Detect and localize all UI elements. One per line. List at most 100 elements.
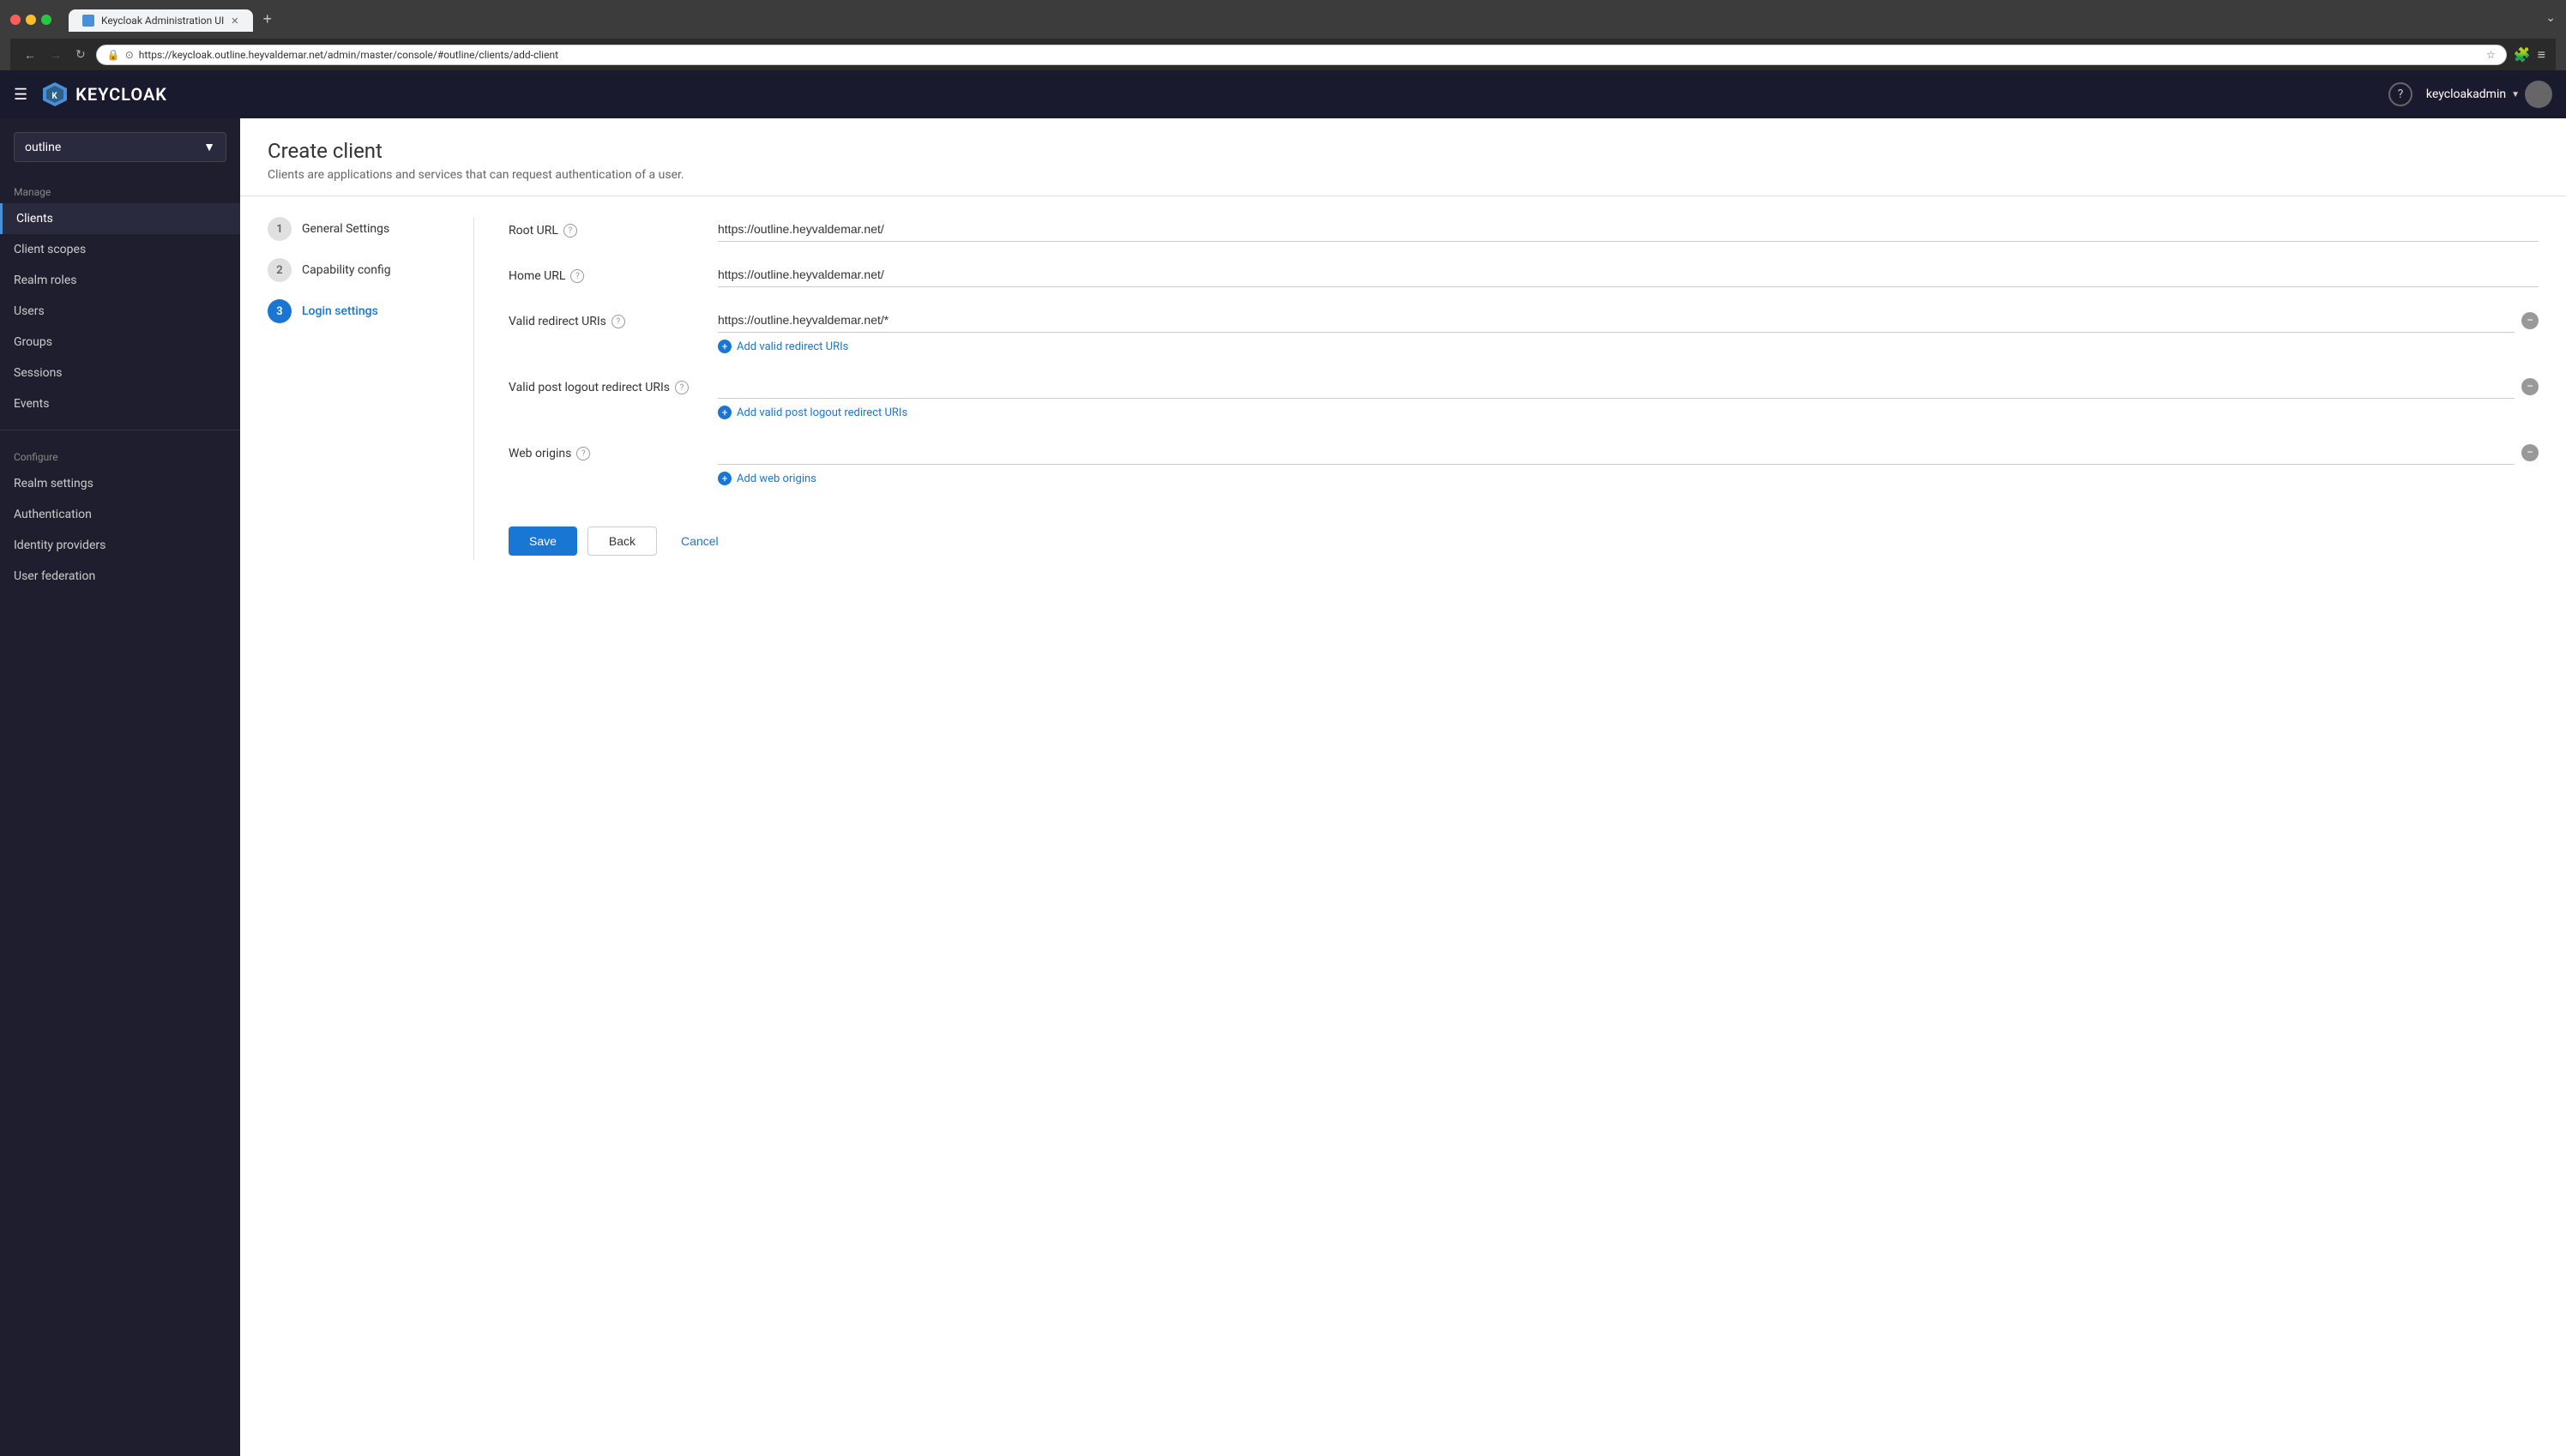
web-origins-label: Web origins ?: [509, 447, 697, 460]
back-button[interactable]: Back: [587, 526, 657, 556]
valid-redirect-uris-help-icon[interactable]: ?: [611, 315, 625, 328]
realm-selector[interactable]: outline ▼: [14, 132, 226, 162]
sidebar-label-sessions: Sessions: [14, 366, 63, 380]
sidebar-item-client-scopes[interactable]: Client scopes: [0, 234, 240, 265]
sidebar-label-groups: Groups: [14, 335, 52, 349]
add-web-origins-icon: +: [718, 472, 732, 485]
form-area: Root URL ? Home URL ?: [509, 217, 2539, 560]
sidebar-label-realm-settings: Realm settings: [14, 477, 93, 490]
sidebar-label-identity-providers: Identity providers: [14, 538, 105, 552]
menu-hamburger-button[interactable]: ☰: [14, 86, 27, 104]
help-button[interactable]: ?: [2388, 82, 2412, 106]
wizard-step-1[interactable]: 1 General Settings: [268, 217, 439, 241]
step-3-label: Login settings: [302, 304, 378, 318]
root-url-help-icon[interactable]: ?: [563, 224, 577, 238]
minimize-window-button[interactable]: [26, 15, 36, 25]
logo-icon: K: [41, 81, 69, 108]
valid-redirect-uris-input[interactable]: [718, 308, 2515, 333]
realm-name: outline: [25, 141, 61, 154]
configure-section-header: Configure: [0, 441, 240, 468]
manage-section-header: Manage: [0, 176, 240, 203]
tab-favicon: [82, 15, 94, 27]
user-avatar: [2525, 81, 2552, 108]
sidebar-label-realm-roles: Realm roles: [14, 274, 76, 287]
user-dropdown-arrow: ▼: [2511, 90, 2520, 99]
step-3-number: 3: [268, 299, 292, 323]
sidebar-label-authentication: Authentication: [14, 508, 92, 521]
page-title: Create client: [268, 139, 2539, 163]
wizard-step-2[interactable]: 2 Capability config: [268, 258, 439, 282]
valid-post-logout-input-row: −: [718, 374, 2539, 399]
root-url-label: Root URL ?: [509, 224, 697, 238]
sidebar-label-clients: Clients: [16, 212, 53, 226]
close-window-button[interactable]: [10, 15, 21, 25]
address-bar[interactable]: 🔒 ⊙ https://keycloak.outline.heyvaldemar…: [96, 45, 2507, 65]
valid-redirect-uris-label: Valid redirect URIs ?: [509, 315, 697, 328]
sidebar-item-authentication[interactable]: Authentication: [0, 499, 240, 530]
web-origins-input-row: −: [718, 440, 2539, 465]
sidebar-item-clients[interactable]: Clients: [0, 203, 240, 234]
web-origins-input[interactable]: [718, 440, 2515, 465]
home-url-label: Home URL ?: [509, 269, 697, 283]
step-1-label: General Settings: [302, 222, 389, 236]
forward-button[interactable]: →: [46, 45, 65, 65]
user-menu[interactable]: keycloakadmin ▼: [2426, 81, 2552, 108]
realm-dropdown-icon: ▼: [203, 140, 215, 154]
back-button[interactable]: ←: [21, 45, 39, 65]
svg-text:K: K: [51, 92, 57, 101]
logo-text: KEYCLOAK: [75, 84, 167, 105]
wizard-steps: 1 General Settings 2 Capability config 3…: [268, 217, 439, 560]
bookmark-icon[interactable]: ☆: [2486, 49, 2496, 61]
content-area: Create client Clients are applications a…: [240, 118, 2566, 1456]
valid-post-logout-input[interactable]: [718, 374, 2515, 399]
sidebar-item-users[interactable]: Users: [0, 296, 240, 327]
step-2-number: 2: [268, 258, 292, 282]
extensions-icon[interactable]: 🧩: [2514, 46, 2531, 63]
sidebar-item-realm-settings[interactable]: Realm settings: [0, 468, 240, 499]
lock-icon: 🔒: [107, 49, 120, 61]
cancel-button[interactable]: Cancel: [667, 526, 732, 556]
sidebar-item-events[interactable]: Events: [0, 388, 240, 419]
sidebar-item-realm-roles[interactable]: Realm roles: [0, 265, 240, 296]
sidebar-label-client-scopes: Client scopes: [14, 243, 86, 256]
sidebar-item-identity-providers[interactable]: Identity providers: [0, 530, 240, 561]
valid-redirect-uris-remove-button[interactable]: −: [2521, 312, 2539, 329]
add-valid-post-logout-icon: +: [718, 406, 732, 419]
web-origins-remove-button[interactable]: −: [2521, 444, 2539, 461]
step-2-label: Capability config: [302, 263, 391, 277]
tab-close-button[interactable]: ✕: [231, 15, 238, 27]
form-actions: Save Back Cancel: [509, 513, 2539, 556]
sidebar-label-events: Events: [14, 397, 49, 411]
valid-post-logout-group: Valid post logout redirect URIs ? − +: [509, 374, 2539, 419]
sidebar-label-users: Users: [14, 304, 45, 318]
browser-tab[interactable]: Keycloak Administration UI ✕: [69, 9, 253, 32]
home-url-help-icon[interactable]: ?: [570, 269, 584, 283]
maximize-window-button[interactable]: [41, 15, 51, 25]
wizard-separator: [473, 217, 474, 560]
add-valid-post-logout-link[interactable]: + Add valid post logout redirect URIs: [718, 406, 2539, 419]
valid-post-logout-help-icon[interactable]: ?: [675, 381, 689, 394]
top-navigation: ☰ K KEYCLOAK ? keycloakadmin ▼: [0, 70, 2566, 118]
valid-post-logout-remove-button[interactable]: −: [2521, 378, 2539, 395]
web-origins-help-icon[interactable]: ?: [576, 447, 590, 460]
wizard-step-3[interactable]: 3 Login settings: [268, 299, 439, 323]
dropdown-icon: ⌄: [2545, 11, 2556, 28]
menu-icon[interactable]: ≡: [2538, 46, 2545, 63]
home-url-input[interactable]: [718, 262, 2539, 287]
sidebar-item-user-federation[interactable]: User federation: [0, 561, 240, 592]
reload-button[interactable]: ↻: [72, 44, 89, 65]
root-url-input[interactable]: [718, 217, 2539, 242]
page-header: Create client Clients are applications a…: [240, 118, 2566, 196]
save-button[interactable]: Save: [509, 526, 577, 556]
add-web-origins-link[interactable]: + Add web origins: [718, 472, 2539, 485]
root-url-group: Root URL ?: [509, 217, 2539, 242]
add-valid-redirect-uris-link[interactable]: + Add valid redirect URIs: [718, 340, 2539, 353]
url-text: https://keycloak.outline.heyvaldemar.net…: [139, 49, 2481, 61]
security-icon: ⊙: [125, 49, 134, 61]
sidebar-item-sessions[interactable]: Sessions: [0, 358, 240, 388]
tab-title: Keycloak Administration UI: [101, 15, 224, 27]
sidebar-label-user-federation: User federation: [14, 569, 95, 583]
sidebar-item-groups[interactable]: Groups: [0, 327, 240, 358]
new-tab-button[interactable]: +: [256, 7, 280, 32]
page-subtitle: Clients are applications and services th…: [268, 168, 2539, 182]
